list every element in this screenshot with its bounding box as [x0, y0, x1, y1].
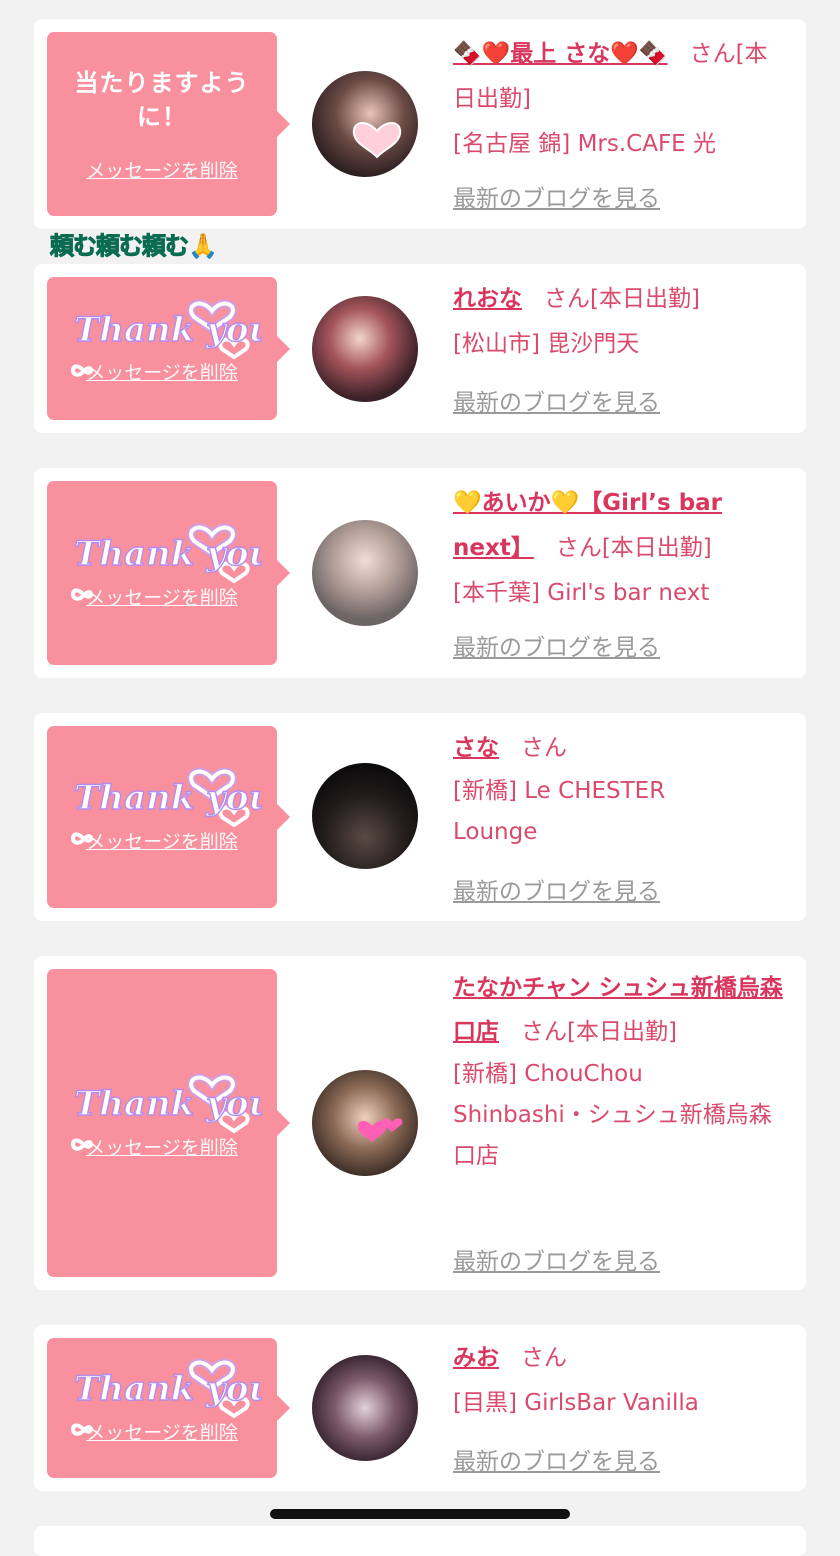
avatar[interactable] — [312, 520, 418, 626]
cast-info: れおな さん[本日出勤] [松山市] 毘沙門天 — [453, 277, 788, 367]
message-card — [34, 1526, 806, 1556]
shop-location: [新橋] Le CHESTER Lounge — [453, 778, 666, 845]
shop-location: [本千葉] Girl's bar next — [453, 580, 710, 606]
honorific: さん — [521, 1345, 567, 1371]
overlay-sticker-text: 頼む頼む頼む🙏 — [50, 232, 219, 261]
message-bubble: メッセージを削除 Thank you — [47, 277, 290, 420]
avatar[interactable] — [312, 71, 418, 177]
status-label: [本日出勤] — [601, 535, 712, 561]
cast-info: 💛あいか💛【Girl’s bar next】 さん[本日出勤] [本千葉] Gir… — [453, 481, 788, 616]
message-bubble: メッセージを削除 Thank you — [47, 726, 290, 908]
delete-message-link[interactable]: メッセージを削除 — [86, 583, 238, 610]
message-bubble: メッセージを削除 Thank you — [47, 481, 290, 665]
avatar[interactable] — [312, 1355, 418, 1461]
latest-blog-link[interactable]: 最新のブログを見る — [453, 179, 660, 213]
message-bubble: メッセージを削除 Thank you — [47, 969, 290, 1277]
cast-name-link[interactable]: れおな — [453, 286, 522, 312]
svg-text:Thank you: Thank you — [74, 310, 262, 350]
honorific: さん — [689, 41, 736, 67]
avatar[interactable] — [312, 763, 418, 869]
latest-blog-link[interactable]: 最新のブログを見る — [453, 628, 660, 662]
cast-info: みお さん [目黒] GirlsBar Vanilla — [453, 1336, 788, 1426]
svg-text:Thank you: Thank you — [74, 534, 262, 574]
delete-message-link[interactable]: メッセージを削除 — [86, 156, 238, 183]
message-card: メッセージを削除 Thank you さな さん [新橋] Le CHESTER … — [34, 713, 806, 921]
message-card: メッセージを削除 Thank you たなかチャン シュシュ新橋烏森口店 さん[本… — [34, 956, 806, 1290]
message-card: 当たりますように！ メッセージを削除 🍫❤️最上 さな❤️🍫 さん[本日出勤] [… — [34, 19, 806, 229]
avatar[interactable] — [312, 1070, 418, 1176]
delete-message-link[interactable]: メッセージを削除 — [86, 1418, 238, 1445]
delete-message-link[interactable]: メッセージを削除 — [86, 827, 238, 854]
latest-blog-link[interactable]: 最新のブログを見る — [453, 872, 660, 906]
honorific: さん — [521, 1019, 567, 1045]
message-card: メッセージを削除 Thank you 💛あいか💛【Girl’s bar next… — [34, 468, 806, 678]
cast-name-link[interactable]: みお — [453, 1345, 499, 1371]
svg-text:Thank you: Thank you — [74, 1369, 262, 1409]
heart-sticker-icon — [352, 122, 402, 159]
home-indicator — [270, 1509, 570, 1519]
shop-location: [名古屋 錦] Mrs.CAFE 光 — [453, 131, 717, 157]
delete-message-link[interactable]: メッセージを削除 — [86, 358, 238, 385]
honorific: さん — [521, 735, 567, 761]
svg-text:Thank you: Thank you — [74, 778, 262, 818]
message-bubble: 当たりますように！ メッセージを削除 — [47, 32, 290, 216]
cast-name-link[interactable]: さな — [453, 735, 499, 761]
honorific: さん — [544, 286, 590, 312]
latest-blog-link[interactable]: 最新のブログを見る — [453, 383, 660, 417]
latest-blog-link[interactable]: 最新のブログを見る — [453, 1242, 660, 1276]
shop-location: [目黒] GirlsBar Vanilla — [453, 1390, 699, 1416]
message-card: メッセージを削除 Thank you れおな さん[本日出勤] [松山市] 毘沙門… — [34, 264, 806, 433]
heart-sticker-icon — [357, 1118, 403, 1142]
delete-message-link[interactable]: メッセージを削除 — [86, 1133, 238, 1160]
message-card: メッセージを削除 Thank you みお さん [目黒] GirlsBar Va… — [34, 1325, 806, 1491]
message-bubble: メッセージを削除 Thank you — [47, 1338, 290, 1478]
message-text: 当たりますように！ — [74, 68, 250, 131]
shop-location: [松山市] 毘沙門天 — [453, 331, 640, 357]
cast-name-link[interactable]: 🍫❤️最上 さな❤️🍫 — [453, 41, 668, 67]
status-label: [本日出勤] — [567, 1019, 677, 1045]
cast-info: 🍫❤️最上 さな❤️🍫 さん[本日出勤] [名古屋 錦] Mrs.CAFE 光 — [453, 32, 788, 167]
status-label: [本日出勤] — [590, 286, 700, 312]
avatar[interactable] — [312, 296, 418, 402]
shop-location: [新橋] ChouChou Shinbashi・シュシュ新橋烏森口店 — [453, 1061, 772, 1169]
cast-info: たなかチャン シュシュ新橋烏森口店 さん[本日出勤] [新橋] ChouChou … — [453, 966, 783, 1178]
svg-text:Thank you: Thank you — [74, 1084, 262, 1124]
latest-blog-link[interactable]: 最新のブログを見る — [453, 1442, 660, 1476]
cast-info: さな さん [新橋] Le CHESTER Lounge — [453, 726, 788, 855]
honorific: さん — [555, 535, 602, 561]
